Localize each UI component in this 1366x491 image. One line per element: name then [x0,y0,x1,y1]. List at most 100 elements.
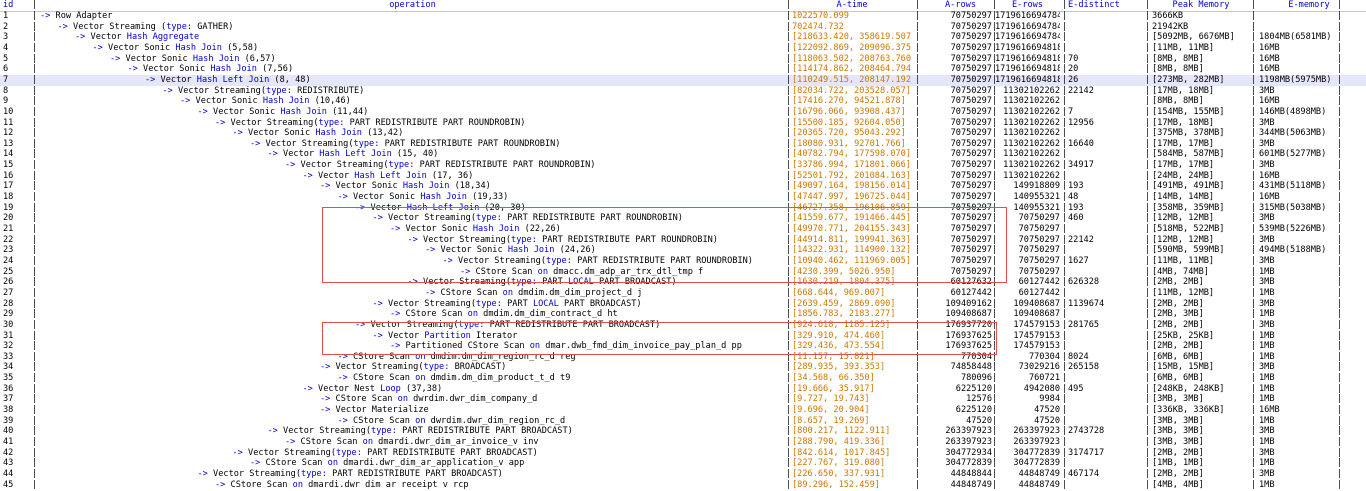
table-row[interactable]: 38 | -> Vector Materialize | [9.696, 20.904]… [0,405,1366,416]
col-divider: | [1145,341,1151,352]
col-divider: | [1251,96,1257,107]
table-row[interactable]: 14 | -> Vector Hash Left Join (15, 40) | [40… [0,149,1366,160]
row-e-distinct: 467174 [1068,468,1100,479]
table-row[interactable]: 33 | -> CStore Scan on dmdim.dm_dim_region… [0,352,1366,363]
col-divider: | [32,362,38,373]
col-divider: | [1251,458,1257,469]
table-row[interactable]: 31 | -> Vector Partition Iterator | [329.910… [0,331,1366,342]
col-divider: | [1062,319,1068,330]
table-row[interactable]: 29 | -> CStore Scan on dmdim.dm_dim_contra… [0,309,1366,320]
row-a-rows: 70750297 [950,106,992,117]
table-row[interactable]: 3 | -> Vector Hash Aggregate | [218633.420, … [0,32,1366,43]
row-operation: -> Vector Hash Left Join (8, 48) [40,75,890,86]
table-row[interactable]: 8 | -> Vector Streaming(type: REDISTRIBUTE… [0,86,1366,97]
col-header-peak-memory[interactable]: Peak Memory [1152,0,1250,11]
table-row[interactable]: 20 | -> Vector Streaming(type: PART REDIST… [0,213,1366,224]
table-row[interactable]: 28 | -> Vector Streaming(type: PART LOCAL … [0,299,1366,310]
table-row[interactable]: 16 | -> Vector Hash Left Join (17, 36) | [52… [0,171,1366,182]
table-row[interactable]: 24 | -> Vector Streaming(type: PART REDIST… [0,256,1366,267]
col-divider: | [1337,128,1343,139]
table-row[interactable]: 5 | -> Vector Sonic Hash Join (6,57) | [1180… [0,54,1366,65]
row-e-rows: 9984 [1039,394,1060,405]
row-a-rows: 70750297 [950,53,992,64]
table-row[interactable]: 11 | -> Vector Streaming(type: PART REDIST… [0,118,1366,129]
table-row[interactable]: 32 | -> Partitioned CStore Scan on dmar.dw… [0,341,1366,352]
row-e-distinct [1068,128,1128,139]
table-row[interactable]: 39 | -> CStore Scan on dwrdim.dwr_dim_regi… [0,416,1366,427]
table-row[interactable]: 2 | -> Vector Streaming (type: GATHER) | 702… [0,22,1366,33]
col-header-e-rows[interactable]: E-rows [995,0,1060,11]
row-id: 11 [3,117,14,128]
row-e-distinct [1068,149,1128,160]
col-divider: | [915,202,921,213]
row-a-rows: 70750297 [950,11,992,21]
tree-arrow-icon: -> [145,74,156,85]
col-divider: | [1337,181,1343,192]
table-row[interactable]: 26 | -> Vector Streaming(type: PART LOCAL … [0,277,1366,288]
table-row[interactable]: 12 | -> Vector Sonic Hash Join (13,42) | [20… [0,128,1366,139]
table-row[interactable]: 35 | -> CStore Scan on dmdim.dm_dim_produc… [0,373,1366,384]
row-id: 7 [3,74,9,85]
table-row[interactable]: 43 | -> CStore Scan on dmardi.dwr_dim_ar_a… [0,458,1366,469]
tree-arrow-icon: -> [390,341,401,352]
table-row[interactable]: 42 | -> Vector Streaming(type: PART REDIST… [0,448,1366,459]
row-a-rows: 304772934 [945,447,992,458]
table-row[interactable]: 13 | -> Vector Streaming(type: PART REDIST… [0,139,1366,150]
col-divider: | [1251,85,1257,96]
col-divider: | [786,128,792,139]
row-a-time: [9.696, 20.904] [792,405,870,416]
col-divider: | [1337,149,1343,160]
table-row[interactable]: 23 | -> Vector Sonic Hash Join (24,26) | [14… [0,245,1366,256]
table-row[interactable]: 36 | -> Vector Nest Loop (37,38) | [19.666, … [0,384,1366,395]
col-header-e-distinct[interactable]: E-distinct [1068,0,1128,11]
table-row[interactable]: 6 | -> Vector Sonic Hash Join (7,56) | [1141… [0,64,1366,75]
table-row[interactable]: 17 | -> Vector Sonic Hash Join (18,34) | [49… [0,181,1366,192]
table-row[interactable]: 9 | -> Vector Sonic Hash Join (10,46) | [174… [0,96,1366,107]
table-row[interactable]: 7 | -> Vector Hash Left Join (8, 48) | [1102… [0,74,1366,86]
row-operation: -> Vector Streaming(type: REDISTRIBUTE) [40,86,908,97]
col-divider: | [1062,234,1068,245]
operation-text: Vector Sonic Hash Join (10,46) [195,96,351,107]
row-e-distinct: 626328 [1068,277,1100,288]
operation-text: Vector Streaming(type: PART REDISTRIBUTE… [458,255,753,266]
tree-arrow-icon: -> [320,394,331,405]
col-header-a-time[interactable]: A-time [792,0,912,11]
table-row[interactable]: 10 | -> Vector Sonic Hash Join (11,44) | [16… [0,107,1366,118]
table-row[interactable]: 34 | -> Vector Streaming(type: BROADCAST) |… [0,362,1366,373]
col-divider: | [786,319,792,330]
row-e-distinct [1068,32,1128,43]
col-divider: | [786,277,792,288]
table-row[interactable]: 1 | -> Row Adapter | 1022570.099 | 70750297 | 17… [0,11,1366,22]
col-divider: | [1145,437,1151,447]
table-row[interactable]: 15 | -> Vector Streaming(type: PART REDIST… [0,160,1366,171]
col-header-a-rows[interactable]: A-rows [929,0,992,11]
row-a-time: [47447.997, 196725.044] [792,192,911,203]
col-divider: | [1062,42,1068,53]
table-row[interactable]: 18 | -> Vector Sonic Hash Join (19,33) | [47… [0,192,1366,203]
row-e-distinct [1068,96,1128,107]
row-e-rows: 47520 [1034,415,1060,426]
table-row[interactable]: 41 | -> CStore Scan on dmardi.dwr_dim_ar_i… [0,437,1366,448]
tree-arrow-icon: -> [197,106,208,117]
table-row[interactable]: 30 | -> Vector Streaming(type: PART REDIST… [0,320,1366,331]
row-e-rows: 1719616694784 [995,21,1060,32]
col-divider: | [915,415,921,426]
col-divider: | [786,415,792,426]
table-row[interactable]: 21 | -> Vector Sonic Hash Join (22,26) | [49… [0,224,1366,235]
row-a-time: [2639.459, 2869.090] [792,298,896,309]
row-peak-memory: [15MB, 15MB] [1152,362,1215,373]
col-divider: | [1145,85,1151,96]
table-row[interactable]: 22 | -> Vector Streaming(type: PART REDIST… [0,235,1366,246]
table-row[interactable]: 19 | -> Vector Hash Left Join (20, 30) | [46… [0,203,1366,214]
table-row[interactable]: 25 | -> CStore Scan on dmacc.dm_adp_ar_trx… [0,267,1366,278]
col-header-id[interactable]: id [3,0,31,11]
col-header-e-memory[interactable]: E-memory [1259,0,1359,11]
table-row[interactable]: 4 | -> Vector Sonic Hash Join (5,58) | [1220… [0,43,1366,54]
table-row[interactable]: 40 | -> Vector Streaming(type: PART REDIST… [0,426,1366,437]
table-row[interactable]: 27 | -> CStore Scan on dmdim.dm_dim_projec… [0,288,1366,299]
col-header-operation[interactable]: operation [40,0,785,11]
col-divider: | [915,298,921,309]
table-row[interactable]: 37 | -> CStore Scan on dwrdim.dwr_dim_comp… [0,394,1366,405]
col-divider: | [1145,383,1151,394]
table-row[interactable]: 44 | -> Vector Streaming(type: PART REDIST… [0,469,1366,480]
